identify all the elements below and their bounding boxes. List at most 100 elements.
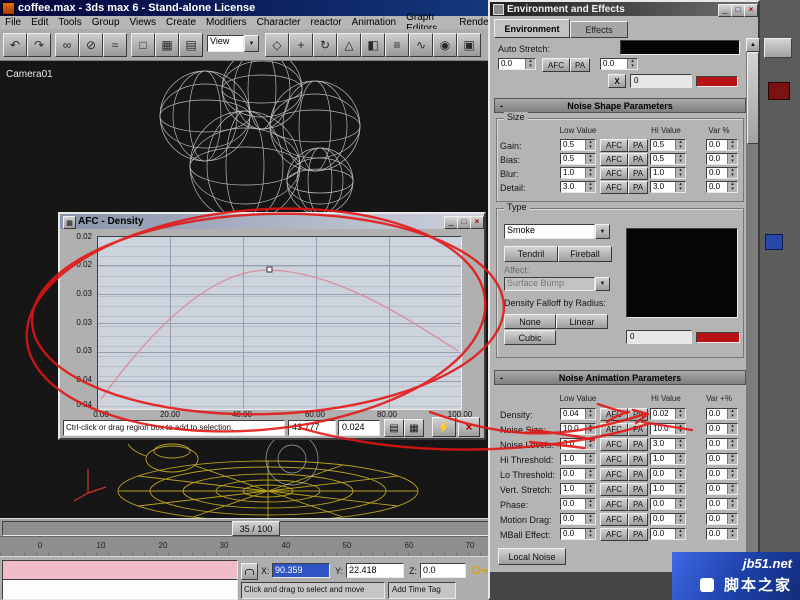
afc-button[interactable]: AFC (600, 468, 628, 481)
value[interactable]: 3.0 (651, 439, 676, 449)
falloff-none-button[interactable]: None (504, 314, 556, 329)
falloff-value-field[interactable]: 0 (627, 331, 691, 342)
render-scene-icon[interactable]: ▣ (457, 33, 481, 57)
selection-region-icon[interactable]: ▦ (155, 33, 179, 57)
lock-selection-button[interactable] (241, 563, 258, 580)
value[interactable]: 0.0 (707, 168, 728, 178)
menu-reactor[interactable]: reactor (306, 17, 347, 28)
value[interactable]: 1.0 (651, 484, 676, 494)
pan-icon[interactable]: ▦ (404, 419, 424, 437)
bias-low-spinner[interactable]: 0.5 (560, 153, 596, 165)
value[interactable]: 0.5 (651, 140, 676, 150)
value[interactable]: 1.0 (561, 454, 586, 464)
fireball-button[interactable]: Fireball (558, 246, 612, 262)
phase-var-spinner[interactable]: 0.0 (706, 498, 738, 510)
time-slider-track[interactable]: 35 / 100 (0, 518, 497, 537)
undo-icon[interactable]: ↶ (3, 33, 27, 57)
noise-levels-hi-spinner[interactable]: 3.0 (650, 438, 686, 450)
noise-levels-low-spinner[interactable]: 3.0 (560, 438, 596, 450)
add-time-tag[interactable]: Add Time Tag (389, 583, 455, 596)
collapse-icon[interactable]: - (500, 101, 503, 111)
lo-threshold-hi-spinner[interactable]: 0.0 (650, 468, 686, 480)
value[interactable]: 0.04 (561, 409, 586, 419)
value[interactable]: 1.0 (651, 454, 676, 464)
value[interactable]: 0.0 (561, 499, 586, 509)
value[interactable]: 0.0 (707, 514, 728, 524)
select-object-icon[interactable]: □ (131, 33, 155, 57)
pa-button[interactable]: PA (628, 438, 648, 451)
value[interactable]: 0.0 (651, 469, 676, 479)
value[interactable]: 0.5 (561, 154, 586, 164)
red-color-swatch[interactable] (696, 332, 740, 343)
dialog-scrollbar[interactable]: ▲ ▼ (746, 38, 760, 600)
vert-stretch-low-spinner[interactable]: 1.0 (560, 483, 596, 495)
value[interactable]: 1.0 (561, 484, 586, 494)
menu-group[interactable]: Group (87, 17, 125, 28)
red-swatch-icon[interactable] (768, 82, 790, 100)
menu-animation[interactable]: Animation (347, 17, 401, 28)
afc-curve-graph[interactable] (97, 236, 462, 410)
value[interactable]: 0.5 (651, 154, 676, 164)
density-hi-spinner[interactable]: 0.02 (650, 408, 686, 420)
z-coord-field[interactable]: 0.0 (421, 564, 465, 576)
value[interactable]: 0.02 (651, 409, 676, 419)
maximize-icon[interactable]: □ (731, 4, 745, 17)
redo-icon[interactable]: ↷ (27, 33, 51, 57)
pa-button[interactable]: PA (628, 453, 648, 466)
motion-drag-low-spinner[interactable]: 0.0 (560, 513, 596, 525)
value[interactable]: 0.0 (707, 154, 728, 164)
pa-button[interactable]: PA (628, 498, 648, 511)
pa-button[interactable]: PA (628, 167, 648, 180)
pa-button[interactable]: PA (628, 468, 648, 481)
hi-threshold-var-spinner[interactable]: 0.0 (706, 453, 738, 465)
menu-file[interactable]: File (0, 17, 26, 28)
scroll-up-icon[interactable]: ▲ (746, 38, 760, 52)
delete-key-icon[interactable]: × (458, 417, 480, 437)
red-color-swatch[interactable] (696, 76, 738, 87)
afc-button[interactable]: AFC (600, 167, 628, 180)
afc-button[interactable]: AFC (600, 181, 628, 194)
menu-views[interactable]: Views (125, 17, 162, 28)
motion-drag-var-spinner[interactable]: 0.0 (706, 513, 738, 525)
afc-button[interactable]: AFC (542, 58, 570, 72)
value[interactable]: 0.0 (707, 439, 728, 449)
select-and-rotate-icon[interactable]: ↻ (313, 33, 337, 57)
lo-threshold-low-spinner[interactable]: 0.0 (560, 468, 596, 480)
crossing-selection-icon[interactable]: ◇ (265, 33, 289, 57)
minimize-icon[interactable]: _ (444, 216, 458, 229)
env-titlebar[interactable]: Environment and Effects _ □ × (490, 2, 758, 17)
pa-button[interactable]: PA (628, 423, 648, 436)
time-slider-handle[interactable]: 35 / 100 (232, 521, 280, 536)
blue-panel-icon[interactable] (765, 234, 783, 250)
afc-button[interactable]: AFC (600, 139, 628, 152)
snap-frames-icon[interactable]: ▤ (384, 419, 404, 437)
value[interactable]: 0.0 (707, 454, 728, 464)
value[interactable]: 0.0 (707, 469, 728, 479)
value[interactable]: 0.0 (651, 514, 676, 524)
mirror-icon[interactable]: ◧ (361, 33, 385, 57)
pa-button[interactable]: PA (628, 528, 648, 541)
value[interactable]: 0.0 (561, 469, 586, 479)
value[interactable]: 1.0 (651, 168, 676, 178)
afc-button[interactable]: AFC (600, 438, 628, 451)
value[interactable]: 0.0 (707, 424, 728, 434)
menu-character[interactable]: Character (252, 17, 306, 28)
afc-status-field[interactable]: Ctrl-click or drag region box to add to … (64, 421, 284, 434)
value[interactable]: 0.0 (707, 499, 728, 509)
noise-shape-rollout[interactable]: - Noise Shape Parameters (494, 98, 746, 113)
vert-stretch-var-spinner[interactable]: 0.0 (706, 483, 738, 495)
bias-hi-spinner[interactable]: 0.5 (650, 153, 686, 165)
value[interactable]: 0.0 (651, 499, 676, 509)
value[interactable]: 0.0 (499, 59, 526, 69)
close-icon[interactable]: × (470, 216, 484, 229)
value[interactable]: 0.0 (601, 59, 628, 69)
value[interactable]: 0.0 (651, 529, 676, 539)
track-bar[interactable]: 0 10 20 30 40 50 60 70 (0, 536, 497, 557)
auto-stretch-low-spinner[interactable]: 0.0 (498, 58, 536, 70)
mball-effect-low-spinner[interactable]: 0.0 (560, 528, 596, 540)
hi-threshold-hi-spinner[interactable]: 1.0 (650, 453, 686, 465)
select-by-name-icon[interactable]: ▤ (179, 33, 203, 57)
menu-tools[interactable]: Tools (53, 17, 86, 28)
density-low-spinner[interactable]: 0.04 (560, 408, 596, 420)
environment-effects-dialog[interactable]: Environment and Effects _ □ × Environmen… (488, 0, 760, 600)
